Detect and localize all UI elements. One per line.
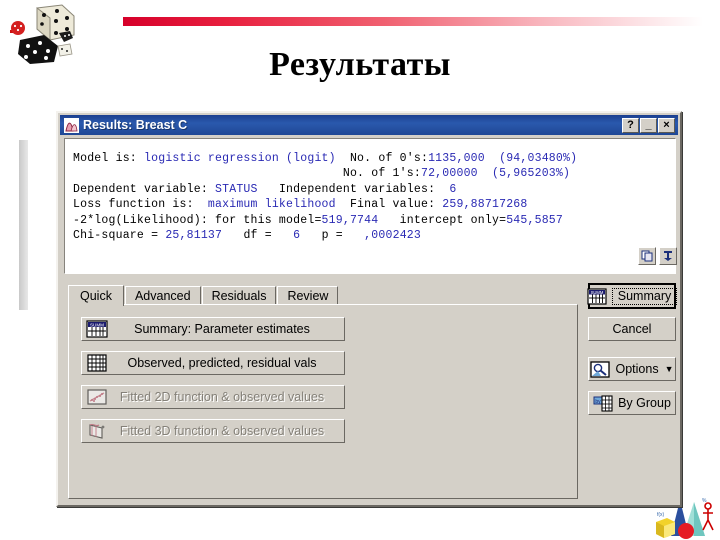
summary-spreadsheet-icon: SUMM (587, 287, 607, 305)
tab-quick[interactable]: Quick (68, 285, 124, 306)
cancel-button[interactable]: Cancel (588, 317, 676, 341)
svg-text:SUMM: SUMM (590, 289, 603, 294)
results-dialog: Results: Breast C ? _ × Model is: logist… (56, 111, 682, 507)
quick-tab-panel: SUMM Summary: Parameter estimates Observ… (68, 304, 578, 499)
tab-strip: Quick Advanced Residuals Review (68, 284, 339, 306)
table-grid-icon (87, 354, 107, 372)
output-pane-tools (638, 247, 677, 265)
minimize-button[interactable]: _ (640, 117, 657, 133)
close-button[interactable]: × (658, 117, 675, 133)
tab-advanced[interactable]: Advanced (124, 286, 201, 305)
chevron-down-icon: ▼ (664, 363, 674, 374)
by-group-button[interactable]: by By Group (588, 391, 676, 415)
options-button-label: Options (615, 362, 659, 376)
pin-button[interactable] (659, 247, 677, 265)
page-title: Результаты (269, 46, 451, 83)
copy-to-clipboard-button[interactable] (638, 247, 656, 265)
scatter-2d-icon (87, 389, 107, 405)
cancel-button-label: Cancel (612, 322, 652, 336)
slide-left-accent-bar (19, 140, 28, 310)
tab-review[interactable]: Review (277, 286, 339, 305)
button-label: Fitted 3D function & observed values (119, 424, 325, 438)
svg-text:SUMM: SUMM (90, 322, 104, 327)
button-label: Fitted 2D function & observed values (119, 390, 325, 404)
dialog-title: Results: Breast C (83, 118, 188, 132)
output-text-pane[interactable]: Model is: logistic regression (logit) No… (64, 138, 676, 274)
help-button[interactable]: ? (622, 117, 639, 133)
statistica-window-icon (64, 117, 79, 133)
button-label: Summary: Parameter estimates (134, 322, 310, 336)
svg-text:f(x): f(x) (657, 512, 665, 518)
dialog-title-bar[interactable]: Results: Breast C ? _ × (60, 115, 678, 135)
by-group-button-label: By Group (618, 396, 671, 410)
output-text: Model is: logistic regression (logit) No… (73, 152, 578, 243)
fitted-3d-function-button[interactable]: Fitted 3D function & observed values (81, 419, 345, 443)
svg-text:%: % (702, 498, 707, 504)
summary-button-label: Summary (611, 287, 678, 305)
summary-button[interactable]: SUMM Summary (587, 283, 678, 309)
pin-icon (664, 251, 672, 261)
observed-predicted-residual-button[interactable]: Observed, predicted, residual vals (81, 351, 345, 375)
summary-spreadsheet-icon: SUMM (86, 320, 108, 338)
by-group-icon: by (593, 394, 613, 412)
options-button[interactable]: Options ▼ (588, 357, 676, 381)
slide-header-rule (123, 17, 703, 26)
summary-parameter-estimates-button[interactable]: SUMM Summary: Parameter estimates (81, 317, 345, 341)
tab-residuals[interactable]: Residuals (201, 286, 277, 305)
fitted-2d-function-button[interactable]: Fitted 2D function & observed values (81, 385, 345, 409)
button-label: Observed, predicted, residual vals (127, 356, 317, 370)
svg-text:by: by (595, 398, 601, 404)
surface-3d-icon (89, 423, 105, 439)
options-icon (590, 360, 611, 378)
copy-icon (641, 250, 653, 262)
